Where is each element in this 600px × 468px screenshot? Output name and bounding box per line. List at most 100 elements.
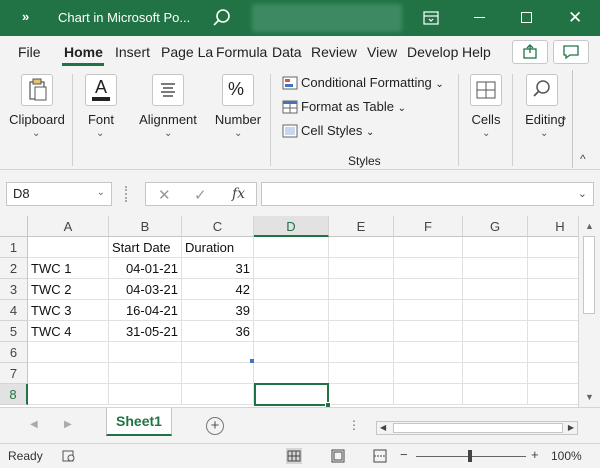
cell-f8[interactable] — [394, 384, 463, 405]
cell-g5[interactable] — [463, 321, 528, 342]
tab-file[interactable]: File — [18, 44, 41, 60]
cell-e6[interactable] — [329, 342, 394, 363]
cell-f4[interactable] — [394, 300, 463, 321]
scroll-right-icon[interactable]: ▶ — [568, 423, 574, 432]
enter-icon[interactable]: ✓ — [194, 186, 207, 204]
cell-b1[interactable]: Start Date — [109, 237, 182, 258]
tab-view[interactable]: View — [367, 44, 397, 60]
tab-review[interactable]: Review — [311, 44, 357, 60]
cell-g1[interactable] — [463, 237, 528, 258]
tab-help[interactable]: Help — [462, 44, 491, 60]
zoom-slider-knob[interactable] — [468, 450, 472, 462]
cell-f7[interactable] — [394, 363, 463, 384]
chart-data-range-marker[interactable] — [250, 359, 254, 363]
cell-g8[interactable] — [463, 384, 528, 405]
cell-g6[interactable] — [463, 342, 528, 363]
splitter-handle[interactable] — [125, 186, 127, 202]
cell-c3[interactable]: 42 — [182, 279, 254, 300]
cell-d6[interactable] — [254, 342, 329, 363]
editing-group[interactable]: Editing ⌄ — [518, 68, 568, 170]
row-header-6[interactable]: 6 — [0, 342, 28, 363]
expand-formula-icon[interactable]: ⌄ — [578, 187, 587, 200]
row-header-8[interactable]: 8 — [0, 384, 28, 405]
cell-f3[interactable] — [394, 279, 463, 300]
chevron-down-icon[interactable]: ⌄ — [97, 187, 105, 198]
cell-e4[interactable] — [329, 300, 394, 321]
cell-h5[interactable] — [528, 321, 578, 342]
cell-h7[interactable] — [528, 363, 578, 384]
zoom-in-button[interactable]: + — [531, 447, 539, 462]
cell-a8[interactable] — [28, 384, 109, 405]
cell-a3[interactable]: TWC 2 — [28, 279, 109, 300]
cell-b3[interactable]: 04-03-21 — [109, 279, 182, 300]
cell-b6[interactable] — [109, 342, 182, 363]
cell-c1[interactable]: Duration — [182, 237, 254, 258]
minimize-button[interactable] — [474, 17, 485, 18]
horizontal-scrollbar[interactable]: ◀ ▶ — [376, 421, 578, 435]
page-layout-view-button[interactable] — [330, 448, 346, 464]
comments-button[interactable] — [553, 40, 589, 64]
more-commands-icon[interactable]: » — [22, 9, 29, 24]
cell-f1[interactable] — [394, 237, 463, 258]
row-header-5[interactable]: 5 — [0, 321, 28, 342]
format-as-table-button[interactable]: Format as Table ⌄ — [301, 99, 406, 114]
cell-d4[interactable] — [254, 300, 329, 321]
cell-b5[interactable]: 31-05-21 — [109, 321, 182, 342]
cell-f2[interactable] — [394, 258, 463, 279]
cell-f5[interactable] — [394, 321, 463, 342]
tab-insert[interactable]: Insert — [115, 44, 150, 60]
vertical-scrollbar[interactable]: ▲ ▼ — [578, 216, 600, 407]
column-header-e[interactable]: E — [329, 216, 394, 237]
prev-sheet-icon[interactable]: ◀ — [30, 419, 38, 430]
scroll-left-icon[interactable]: ◀ — [380, 423, 386, 432]
cell-styles-button[interactable]: Cell Styles ⌄ — [301, 123, 374, 138]
cell-h6[interactable] — [528, 342, 578, 363]
column-header-g[interactable]: G — [463, 216, 528, 237]
tab-home[interactable]: Home — [64, 44, 103, 60]
tab-splitter-icon[interactable]: ⋮ — [348, 418, 360, 432]
column-header-c[interactable]: C — [182, 216, 254, 237]
column-header-h[interactable]: H — [528, 216, 578, 237]
tab-formulas[interactable]: Formula — [216, 44, 267, 60]
cell-c2[interactable]: 31 — [182, 258, 254, 279]
search-icon[interactable] — [210, 6, 234, 30]
maximize-button[interactable] — [521, 12, 532, 23]
insert-function-icon[interactable]: fx — [232, 186, 245, 202]
cell-e8[interactable] — [329, 384, 394, 405]
cells-group[interactable]: Cells ⌄ — [464, 68, 508, 170]
cell-h2[interactable] — [528, 258, 578, 279]
cell-e1[interactable] — [329, 237, 394, 258]
cell-a7[interactable] — [28, 363, 109, 384]
sheet-tab-sheet1[interactable]: Sheet1 — [106, 408, 172, 436]
formula-input[interactable]: ⌄ — [261, 182, 594, 206]
zoom-out-button[interactable]: − — [400, 447, 408, 462]
row-header-1[interactable]: 1 — [0, 237, 28, 258]
row-header-3[interactable]: 3 — [0, 279, 28, 300]
column-header-b[interactable]: B — [109, 216, 182, 237]
cell-b4[interactable]: 16-04-21 — [109, 300, 182, 321]
cell-e7[interactable] — [329, 363, 394, 384]
cell-d3[interactable] — [254, 279, 329, 300]
page-break-view-button[interactable] — [372, 448, 388, 464]
cell-c8[interactable] — [182, 384, 254, 405]
row-header-7[interactable]: 7 — [0, 363, 28, 384]
cell-b8[interactable] — [109, 384, 182, 405]
cell-a4[interactable]: TWC 3 — [28, 300, 109, 321]
clipboard-group[interactable]: Clipboard ⌄ — [8, 68, 68, 170]
vertical-scroll-thumb[interactable] — [583, 236, 595, 314]
column-header-f[interactable]: F — [394, 216, 463, 237]
row-header-2[interactable]: 2 — [0, 258, 28, 279]
cell-h4[interactable] — [528, 300, 578, 321]
normal-view-button[interactable] — [286, 448, 302, 464]
name-box[interactable]: D8 ⌄ — [6, 182, 112, 206]
tab-data[interactable]: Data — [272, 44, 302, 60]
column-header-d[interactable]: D — [254, 216, 329, 237]
cell-g2[interactable] — [463, 258, 528, 279]
cell-c4[interactable]: 39 — [182, 300, 254, 321]
cell-f6[interactable] — [394, 342, 463, 363]
cell-d2[interactable] — [254, 258, 329, 279]
cell-c5[interactable]: 36 — [182, 321, 254, 342]
column-header-a[interactable]: A — [28, 216, 109, 237]
cell-e2[interactable] — [329, 258, 394, 279]
horizontal-scroll-thumb[interactable] — [393, 423, 563, 433]
